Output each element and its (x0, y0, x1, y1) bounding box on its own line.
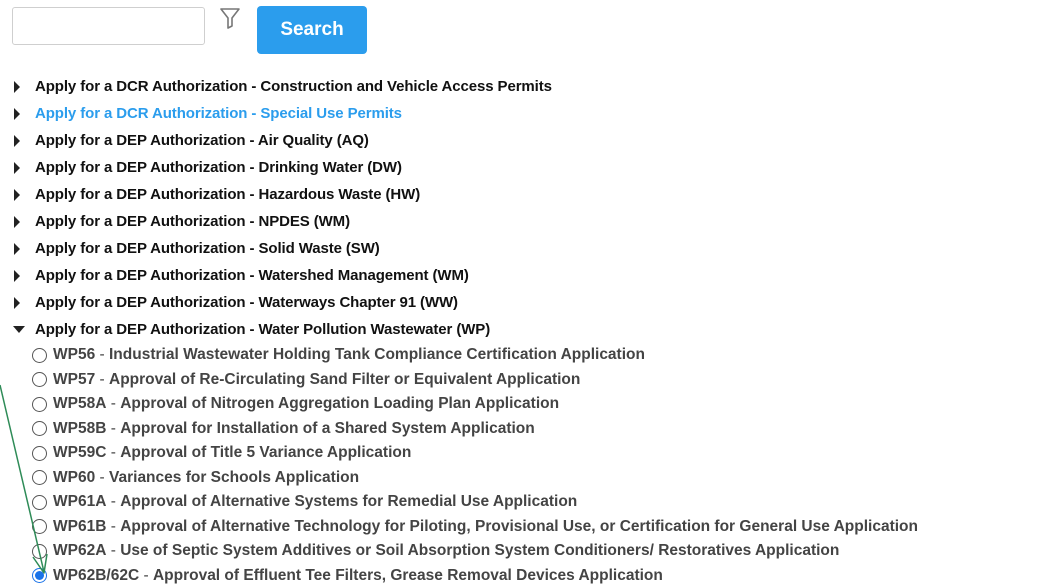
sub-item-list: WP56 - Industrial Wastewater Holding Tan… (32, 343, 918, 588)
sub-item-code: WP60 (53, 469, 95, 487)
radio-button[interactable] (32, 495, 47, 510)
sub-item-code: WP62A (53, 542, 106, 560)
sub-item-code: WP57 (53, 371, 95, 389)
sub-item-row[interactable]: WP61A - Approval of Alternative Systems … (32, 490, 918, 515)
category-item[interactable]: Apply for a DCR Authorization - Special … (13, 100, 552, 127)
category-label[interactable]: Apply for a DEP Authorization - Air Qual… (35, 132, 369, 149)
sub-item-description: Approval of Alternative Systems for Reme… (120, 493, 577, 511)
category-label[interactable]: Apply for a DEP Authorization - Hazardou… (35, 186, 420, 203)
radio-button[interactable] (32, 446, 47, 461)
sub-item-row[interactable]: WP58B - Approval for Installation of a S… (32, 417, 918, 442)
category-item[interactable]: Apply for a DEP Authorization - Drinking… (13, 154, 552, 181)
category-label[interactable]: Apply for a DEP Authorization - Watershe… (35, 267, 469, 284)
caret-right-icon[interactable] (13, 296, 35, 310)
category-item[interactable]: Apply for a DEP Authorization - Hazardou… (13, 181, 552, 208)
sub-item-code: WP58B (53, 420, 106, 438)
sub-item-description: Approval of Title 5 Variance Application (120, 444, 411, 462)
radio-button[interactable] (32, 470, 47, 485)
category-label[interactable]: Apply for a DEP Authorization - Waterway… (35, 294, 458, 311)
category-item[interactable]: Apply for a DEP Authorization - Water Po… (13, 316, 552, 343)
sub-item-row[interactable]: WP62B/62C - Approval of Effluent Tee Fil… (32, 564, 918, 588)
sub-item-description: Approval for Installation of a Shared Sy… (120, 420, 535, 438)
caret-right-icon[interactable] (13, 269, 35, 283)
category-label[interactable]: Apply for a DCR Authorization - Construc… (35, 78, 552, 95)
radio-button[interactable] (32, 421, 47, 436)
sub-item-row[interactable]: WP58A - Approval of Nitrogen Aggregation… (32, 392, 918, 417)
sub-item-description: Approval of Re-Circulating Sand Filter o… (109, 371, 580, 389)
caret-right-icon[interactable] (13, 134, 35, 148)
caret-right-icon[interactable] (13, 80, 35, 94)
sub-item-code: WP61B (53, 518, 106, 536)
sub-item-description: Industrial Wastewater Holding Tank Compl… (109, 346, 645, 364)
radio-button[interactable] (32, 397, 47, 412)
sub-item-code: WP62B/62C (53, 567, 139, 585)
category-label[interactable]: Apply for a DCR Authorization - Special … (35, 105, 402, 122)
radio-dot (35, 571, 44, 580)
sub-item-description: Variances for Schools Application (109, 469, 359, 487)
caret-right-icon[interactable] (13, 161, 35, 175)
sub-item-separator: - (106, 493, 120, 511)
caret-right-icon[interactable] (13, 215, 35, 229)
sub-item-code: WP56 (53, 346, 95, 364)
sub-item-description: Approval of Alternative Technology for P… (120, 518, 918, 536)
category-label[interactable]: Apply for a DEP Authorization - Water Po… (35, 321, 490, 338)
sub-item-row[interactable]: WP60 - Variances for Schools Application (32, 466, 918, 491)
category-list: Apply for a DCR Authorization - Construc… (13, 73, 552, 343)
category-item[interactable]: Apply for a DEP Authorization - Air Qual… (13, 127, 552, 154)
category-label[interactable]: Apply for a DEP Authorization - Drinking… (35, 159, 402, 176)
caret-down-icon[interactable] (13, 323, 35, 337)
filter-icon[interactable] (219, 7, 241, 29)
radio-button[interactable] (32, 519, 47, 534)
category-label[interactable]: Apply for a DEP Authorization - Solid Wa… (35, 240, 380, 257)
category-item[interactable]: Apply for a DEP Authorization - Solid Wa… (13, 235, 552, 262)
sub-item-separator: - (139, 567, 153, 585)
sub-item-row[interactable]: WP59C - Approval of Title 5 Variance App… (32, 441, 918, 466)
sub-item-code: WP58A (53, 395, 106, 413)
sub-item-code: WP59C (53, 444, 106, 462)
category-item[interactable]: Apply for a DCR Authorization - Construc… (13, 73, 552, 100)
sub-item-separator: - (106, 444, 120, 462)
sub-item-row[interactable]: WP56 - Industrial Wastewater Holding Tan… (32, 343, 918, 368)
search-button[interactable]: Search (257, 6, 367, 54)
sub-item-row[interactable]: WP61B - Approval of Alternative Technolo… (32, 515, 918, 540)
category-item[interactable]: Apply for a DEP Authorization - Watershe… (13, 262, 552, 289)
search-input[interactable] (12, 7, 205, 45)
caret-right-icon[interactable] (13, 188, 35, 202)
caret-right-icon[interactable] (13, 107, 35, 121)
sub-item-description: Use of Septic System Additives or Soil A… (120, 542, 839, 560)
sub-item-description: Approval of Nitrogen Aggregation Loading… (120, 395, 559, 413)
sub-item-description: Approval of Effluent Tee Filters, Grease… (153, 567, 663, 585)
sub-item-separator: - (106, 518, 120, 536)
sub-item-separator: - (95, 346, 109, 364)
sub-item-separator: - (95, 469, 109, 487)
radio-button[interactable] (32, 348, 47, 363)
radio-button-selected[interactable] (32, 568, 47, 583)
category-item[interactable]: Apply for a DEP Authorization - Waterway… (13, 289, 552, 316)
sub-item-separator: - (106, 420, 120, 438)
radio-button[interactable] (32, 544, 47, 559)
category-item[interactable]: Apply for a DEP Authorization - NPDES (W… (13, 208, 552, 235)
sub-item-separator: - (106, 542, 120, 560)
sub-item-separator: - (95, 371, 109, 389)
sub-item-row[interactable]: WP57 - Approval of Re-Circulating Sand F… (32, 368, 918, 393)
radio-button[interactable] (32, 372, 47, 387)
sub-item-row[interactable]: WP62A - Use of Septic System Additives o… (32, 539, 918, 564)
category-label[interactable]: Apply for a DEP Authorization - NPDES (W… (35, 213, 350, 230)
sub-item-code: WP61A (53, 493, 106, 511)
sub-item-separator: - (106, 395, 120, 413)
caret-right-icon[interactable] (13, 242, 35, 256)
